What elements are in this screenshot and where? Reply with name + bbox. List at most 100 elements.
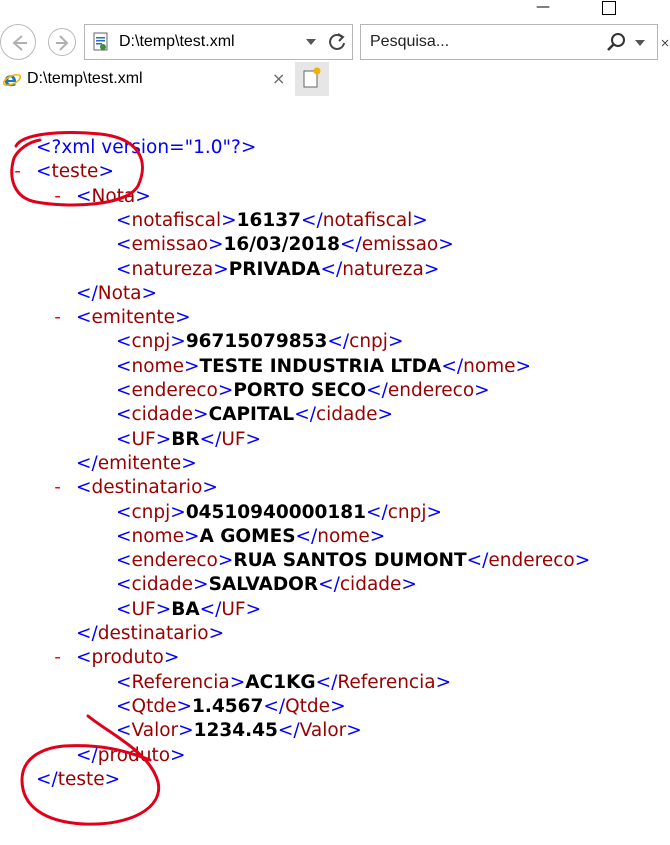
address-bar[interactable]: D:\temp\test.xml — [84, 24, 353, 60]
tag-name: emitente — [97, 452, 182, 474]
xml-field-nome: <nome>TESTE INDUSTRIA LTDA</nome> — [116, 355, 531, 379]
bracket: > — [181, 452, 197, 474]
xml-root-close: </teste> — [36, 768, 120, 792]
xml-root-open[interactable]: - <teste> — [12, 160, 114, 184]
tab-active[interactable]: e D:\temp\test.xml × — [0, 62, 294, 96]
xml-nota-open[interactable]: - <Nota> — [52, 185, 151, 209]
bracket: </ — [76, 452, 98, 474]
search-dropdown-icon[interactable] — [635, 40, 645, 46]
bracket: > — [426, 501, 443, 523]
field-value: 16/03/2018 — [223, 234, 341, 256]
bracket: < — [116, 671, 132, 693]
tag-name: nome — [463, 355, 516, 377]
field-value: PRIVADA — [228, 258, 321, 280]
bracket: > — [574, 550, 591, 572]
tab-close-button[interactable]: × — [272, 69, 285, 88]
field-value: PORTO SECO — [233, 380, 367, 401]
bracket: </ — [315, 671, 338, 693]
bracket: < — [76, 647, 92, 669]
collapse-marker: - — [52, 307, 64, 329]
bracket: > — [208, 623, 225, 644]
xml-destinatario-open[interactable]: - <destinatario> — [52, 476, 218, 500]
bracket: > — [208, 234, 224, 256]
tab-bar: e D:\temp\test.xml × — [0, 62, 670, 96]
xml-field-endereco: <endereco>PORTO SECO</endereco> — [116, 379, 490, 403]
bracket: < — [116, 355, 132, 377]
bracket: </ — [76, 623, 98, 644]
tag-name: emitente — [91, 307, 176, 329]
tag-name: teste — [57, 768, 105, 790]
tag-name: cnpj — [131, 331, 171, 353]
bracket: < — [116, 598, 132, 620]
new-tab-button[interactable] — [295, 62, 329, 96]
tag-name: cidade — [131, 574, 194, 596]
bracket: > — [98, 161, 114, 183]
tag-name: emissao — [131, 234, 208, 256]
bracket: < — [116, 258, 132, 280]
bracket: < — [76, 185, 92, 207]
maximize-button[interactable] — [602, 1, 616, 15]
xml-declaration: <?xml version="1.0"?> — [36, 136, 256, 160]
tag-name: UF — [221, 428, 246, 450]
xml-emitente-open[interactable]: - <emitente> — [52, 306, 191, 330]
bracket: > — [176, 695, 192, 717]
bracket: </ — [441, 355, 464, 377]
minimize-button[interactable]: — — [534, 0, 552, 18]
field-value: AC1KG — [245, 671, 316, 693]
xml-field-cnpj: <cnpj>04510940000181</cnpj> — [116, 501, 442, 525]
field-value: TESTE INDUSTRIA LTDA — [199, 355, 442, 377]
bracket: > — [412, 209, 428, 231]
field-value: RUA SANTOS DUMONT — [233, 550, 467, 572]
bracket: </ — [366, 380, 388, 401]
bracket: </ — [76, 744, 98, 766]
bracket: > — [155, 428, 172, 450]
tag-name: endereco — [131, 550, 218, 572]
xml-field-referencia: <Referencia>AC1KG</Referencia> — [116, 671, 451, 695]
field-value: 1234.45 — [193, 720, 278, 742]
forward-arrow-icon — [56, 35, 69, 51]
bracket: > — [135, 185, 151, 207]
bracket: </ — [199, 428, 222, 450]
search-icon[interactable] — [605, 32, 627, 54]
bracket: </ — [366, 501, 388, 523]
tag-name: Nota — [91, 185, 136, 207]
tag-name: cnpj — [131, 501, 171, 523]
search-box[interactable]: Pesquisa... — [360, 24, 658, 60]
collapse-marker: - — [12, 161, 24, 183]
tag-name: Referencia — [337, 671, 436, 693]
tag-name: emissao — [361, 234, 439, 256]
bracket: > — [245, 598, 262, 620]
xml-produto-open[interactable]: - <produto> — [52, 646, 179, 670]
tag-name: notafiscal — [131, 209, 222, 231]
bracket: > — [423, 258, 440, 280]
field-value: A GOMES — [199, 525, 296, 547]
scroll-indicator-icon — [661, 39, 669, 47]
tag-name: Valor — [131, 720, 179, 742]
tag-name: nome — [317, 525, 370, 547]
search-placeholder: Pesquisa... — [370, 33, 450, 50]
tag-name: UF — [131, 428, 156, 450]
xml-field-notafiscal: <notafiscal>16137</notafiscal> — [116, 209, 428, 233]
field-value: CAPITAL — [208, 404, 295, 426]
bracket: < — [116, 501, 132, 523]
bracket: > — [387, 331, 404, 353]
forward-button[interactable] — [48, 28, 76, 56]
address-dropdown-icon[interactable] — [306, 39, 316, 45]
tag-name: cidade — [339, 574, 402, 596]
bracket: < — [116, 428, 132, 450]
tag-name: teste — [51, 161, 99, 183]
back-button[interactable] — [0, 24, 36, 60]
xml-field-nome: <nome>A GOMES</nome> — [116, 525, 385, 549]
browser-chrome: — D:\temp\test.xml Pesquisa... e D:\temp… — [0, 0, 670, 100]
bracket: </ — [76, 282, 98, 304]
collapse-marker: - — [52, 647, 64, 669]
xml-field-cidade: <cidade>CAPITAL</cidade> — [116, 403, 393, 427]
tag-name: destinatario — [91, 477, 203, 499]
bracket: > — [229, 671, 246, 693]
tag-name: produto — [91, 647, 164, 669]
bracket: > — [178, 720, 194, 742]
xml-file-icon — [93, 32, 108, 51]
refresh-icon[interactable] — [327, 32, 347, 52]
field-value: 96715079853 — [185, 331, 328, 353]
bracket: > — [183, 355, 200, 377]
